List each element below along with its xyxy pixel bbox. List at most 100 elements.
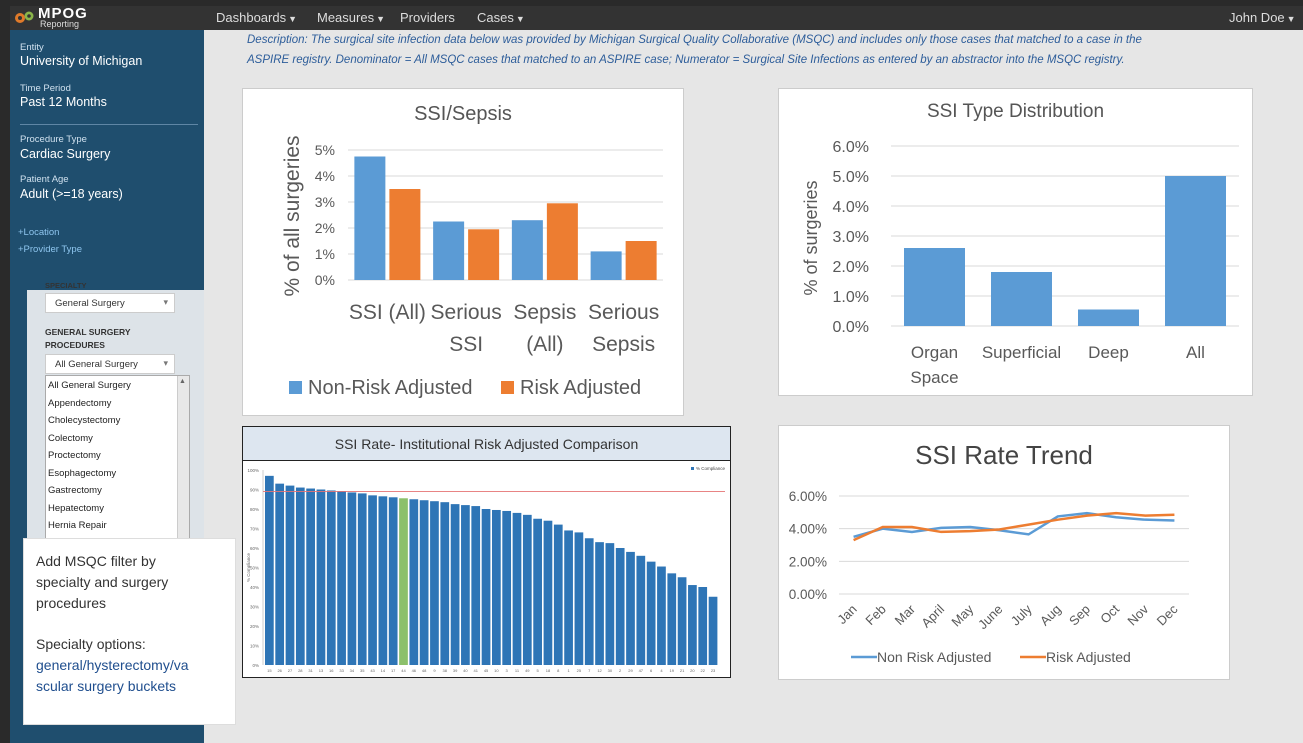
procedure-select[interactable]: All General Surgery ▾ (45, 354, 175, 374)
x-tick-label: 28 (298, 668, 303, 673)
x-tick-label: 13 (319, 668, 324, 673)
y-tick-label: 2.00% (789, 554, 827, 569)
bar (440, 502, 450, 665)
bar (667, 573, 677, 665)
note-line: Specialty options: (36, 636, 146, 652)
bar (450, 504, 460, 665)
ssi-trend-chart-card: SSI Rate Trend 0.00% 2.00% 4.00% 6.00% Jan Fe… (778, 425, 1230, 680)
bar (337, 491, 346, 665)
bar (708, 596, 718, 665)
bar (677, 577, 687, 665)
x-tick-label: 15 (267, 668, 272, 673)
nav-measures[interactable]: Measures ▼ (317, 10, 385, 25)
bar (502, 510, 512, 665)
x-tick-label: 34 (350, 668, 355, 673)
nav-cases[interactable]: Cases ▼ (477, 10, 525, 25)
list-item[interactable]: Appendectomy (48, 398, 111, 409)
bar (275, 483, 285, 665)
add-provider-type-link[interactable]: +Provider Type (18, 244, 82, 255)
x-tick-label: Sep (1066, 602, 1093, 629)
procedure-type-value[interactable]: Cardiac Surgery (20, 147, 110, 161)
nav-dashboards-label: Dashboards (216, 10, 287, 25)
x-tick-label: Jan (834, 602, 859, 627)
x-tick-label: 29 (628, 668, 633, 673)
entity-label: Entity (20, 42, 44, 53)
y-tick-label: 6.0% (833, 139, 869, 156)
list-item[interactable]: All General Surgery (48, 380, 131, 391)
y-tick-label: 1.0% (833, 289, 869, 306)
period-label: Time Period (20, 83, 71, 94)
ssi-type-chart-card: SSI Type Distribution 0.0% 1.0% 2.0% 3.0% 4.… (778, 88, 1253, 396)
y-axis-label: % of all surgeries (281, 135, 304, 296)
patient-age-value[interactable]: Adult (>=18 years) (20, 187, 123, 201)
procedure-listbox[interactable]: All General Surgery Appendectomy Cholecy… (45, 375, 190, 543)
specialty-select[interactable]: General Surgery ▾ (45, 293, 175, 313)
top-nav-bar: MPOG Reporting Dashboards ▼ Measures ▼ Pro… (10, 6, 1303, 30)
y-tick-label: 0% (252, 663, 259, 668)
scroll-up-icon[interactable]: ▲ (179, 378, 186, 385)
x-tick-label: Feb (862, 602, 888, 628)
list-item[interactable]: Hernia Repair (48, 520, 107, 531)
y-tick-label: 50% (250, 566, 259, 571)
entity-value[interactable]: University of Michigan (20, 54, 142, 68)
nav-providers[interactable]: Providers (400, 10, 455, 25)
bar (1078, 309, 1139, 326)
ssi-sepsis-chart: 0%1%2%3%4%5%% of all surgeriesSSI (All) S… (281, 135, 663, 399)
note-line: general/hysterectomy/va (36, 657, 189, 673)
x-tick-label: 17 (391, 668, 396, 673)
bar (636, 555, 646, 665)
caret-down-icon: ▼ (288, 14, 298, 24)
x-tick-label: SSI (449, 333, 483, 356)
x-tick-label: 20 (690, 668, 695, 673)
x-tick-label: 8 (557, 668, 560, 673)
x-tick-label: 10 (494, 668, 499, 673)
mpog-logo[interactable]: MPOG Reporting (14, 6, 124, 29)
nav-cases-label: Cases (477, 10, 514, 25)
x-tick-label: 18 (546, 668, 551, 673)
list-item[interactable]: Proctectomy (48, 450, 101, 461)
x-tick-label: 48 (422, 668, 427, 673)
y-tick-label: 90% (250, 488, 259, 493)
bar (295, 487, 305, 665)
bar (698, 587, 708, 665)
x-tick-label: 1 (567, 668, 570, 673)
list-item[interactable]: Esophagectomy (48, 468, 116, 479)
x-tick-label: Serious (588, 301, 659, 324)
list-item[interactable]: Gastrectomy (48, 485, 102, 496)
y-tick-label: 2% (315, 220, 335, 236)
caret-down-icon: ▼ (515, 14, 525, 24)
x-tick-label: 3 (506, 668, 509, 673)
x-tick-label: 14 (381, 668, 386, 673)
chevron-down-icon: ▾ (163, 358, 168, 368)
specialty-select-value: General Surgery (55, 298, 125, 309)
list-item[interactable]: Cholecystectomy (48, 415, 120, 426)
list-item[interactable]: Hepatectomy (48, 503, 104, 514)
x-tick-label: Space (910, 368, 958, 387)
bar (595, 542, 604, 665)
x-tick-label: 12 (597, 668, 602, 673)
x-tick-label: 21 (680, 668, 685, 673)
caret-down-icon: ▼ (1286, 14, 1296, 24)
y-axis-label: % of surgeries (801, 180, 821, 295)
bar (688, 585, 697, 665)
y-tick-label: 1% (315, 246, 335, 262)
x-tick-label: 9 (433, 668, 436, 673)
bar (991, 272, 1052, 326)
x-tick-label: 31 (308, 668, 313, 673)
legend-label: Risk Adjusted (520, 377, 641, 399)
period-value[interactable]: Past 12 Months (20, 95, 107, 109)
logo-gears-icon (15, 11, 34, 23)
nav-dashboards[interactable]: Dashboards ▼ (216, 10, 297, 25)
user-name: John Doe (1229, 10, 1285, 25)
add-location-link[interactable]: +Location (18, 227, 59, 238)
logo-subtext: Reporting (40, 19, 80, 29)
legend-label: Non Risk Adjusted (877, 649, 991, 665)
listbox-scrollbar[interactable]: ▲ (177, 376, 189, 542)
note-line: scular surgery buckets (36, 678, 177, 694)
bar (409, 499, 419, 665)
user-menu[interactable]: John Doe ▼ (1229, 10, 1296, 25)
list-item[interactable]: Colectomy (48, 433, 93, 444)
x-tick-label: SSI (All) (349, 301, 426, 324)
chevron-down-icon: ▾ (163, 297, 168, 307)
bar (388, 497, 398, 665)
